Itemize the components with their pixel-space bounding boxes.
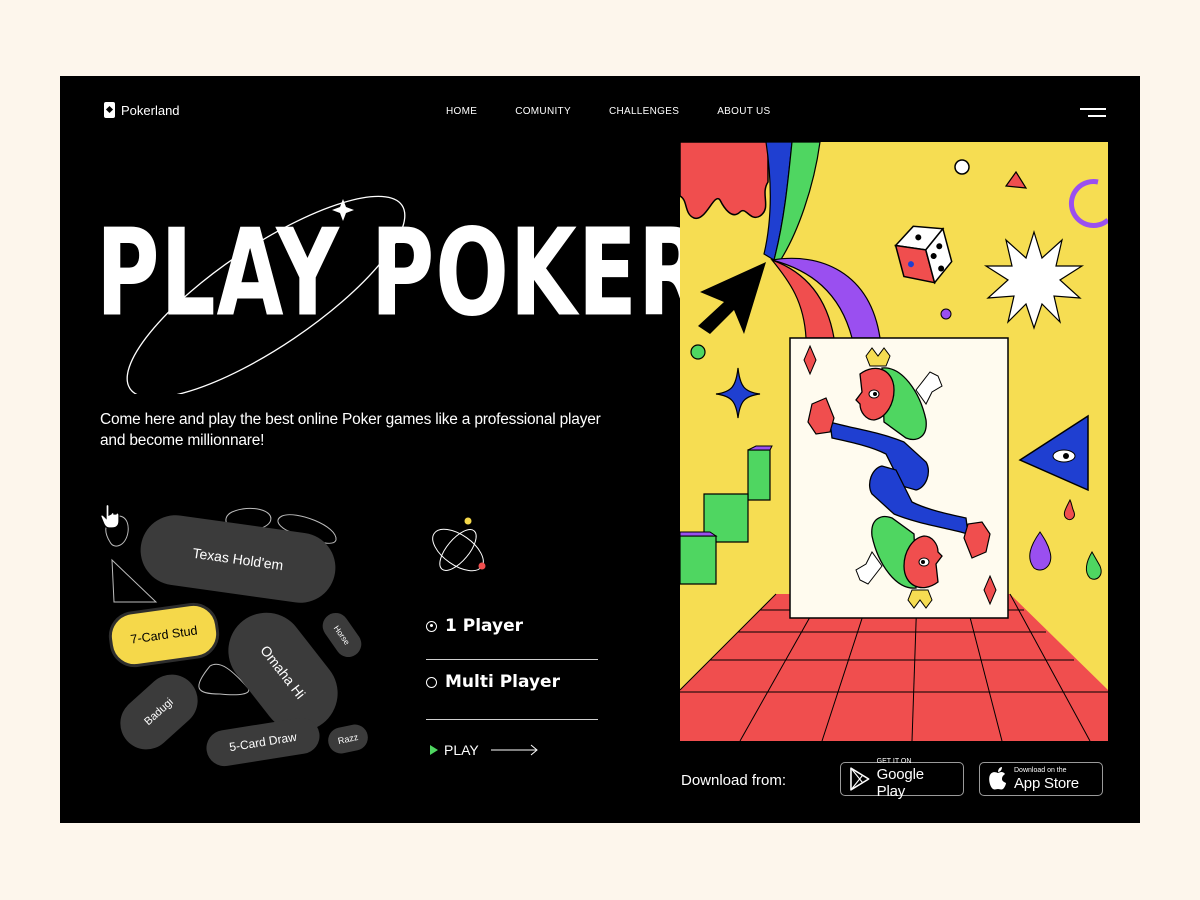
- hero-illustration: [680, 142, 1108, 741]
- nav-community[interactable]: COMUNITY: [515, 106, 571, 117]
- card-diamond-logo-icon: [104, 102, 115, 118]
- store-small-text: Download on the: [1014, 766, 1067, 774]
- divider: [426, 659, 598, 660]
- game-label: Texas Hold'em: [191, 544, 285, 574]
- nav-home[interactable]: HOME: [446, 106, 477, 117]
- mode-label: Multi Player: [445, 672, 560, 692]
- google-play-icon: [850, 767, 870, 791]
- store-big-text: App Store: [1014, 774, 1079, 792]
- top-nav: HOME COMUNITY CHALLENGES ABOUT US: [446, 106, 771, 117]
- hand-cursor-icon: [100, 504, 120, 529]
- game-label: 5-Card Draw: [228, 729, 298, 755]
- app-store-button[interactable]: Download on the App Store: [979, 762, 1103, 796]
- radio-unchecked-icon[interactable]: [426, 676, 437, 688]
- mode-multi-player[interactable]: Multi Player: [426, 672, 598, 692]
- hero-title: PLAY POKER: [96, 203, 706, 344]
- brand-name: Pokerland: [121, 102, 180, 118]
- play-label: PLAY: [444, 742, 479, 758]
- brand-logo[interactable]: Pokerland: [104, 102, 180, 118]
- nav-challenges[interactable]: CHALLENGES: [609, 106, 679, 117]
- google-play-button[interactable]: GET IT ON Google Play: [840, 758, 964, 800]
- arrow-right-icon: [490, 744, 538, 756]
- game-label: Badugi: [142, 696, 176, 728]
- game-selector: Texas Hold'em Omaha Hi Horse Badugi 5-Ca…: [100, 504, 371, 774]
- poker-card-illustration: [680, 142, 1108, 741]
- play-triangle-icon: [430, 745, 438, 755]
- menu-icon[interactable]: [1078, 106, 1106, 118]
- atom-icon: [432, 517, 486, 572]
- game-label: Razz: [336, 731, 360, 747]
- mode-label: 1 Player: [445, 616, 523, 636]
- game-label: Horse: [332, 623, 352, 647]
- play-button[interactable]: PLAY: [430, 742, 541, 758]
- apple-icon: [989, 767, 1006, 790]
- hero-description: Come here and play the best online Poker…: [100, 411, 601, 449]
- mode-1-player[interactable]: 1 Player: [426, 616, 598, 636]
- store-big-text: Google Play: [876, 766, 924, 800]
- store-small-text: GET IT ON: [876, 758, 912, 765]
- divider: [426, 719, 598, 720]
- radio-checked-icon[interactable]: [426, 620, 437, 632]
- nav-about-us[interactable]: ABOUT US: [717, 106, 770, 117]
- main-frame: Pokerland HOME COMUNITY CHALLENGES ABOUT…: [60, 76, 1140, 823]
- game-label: 7-Card Stud: [129, 623, 199, 647]
- game-label: Omaha Hi: [257, 642, 309, 702]
- download-label: Download from:: [681, 772, 787, 789]
